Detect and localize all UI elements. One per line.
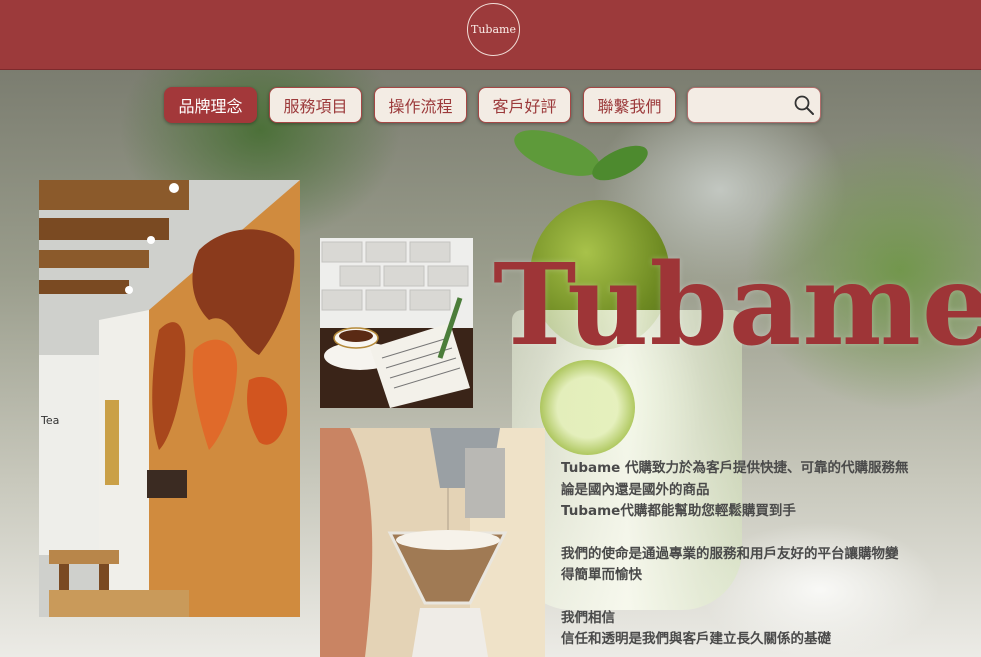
desc-line: 我們的使命是通過專業的服務和用戶友好的平台讓購物變 (561, 545, 899, 562)
top-bar: Tubame (0, 0, 981, 70)
search-icon[interactable] (792, 93, 816, 117)
nav-services[interactable]: 服務項目 (269, 87, 362, 123)
desc-line: 論是國內還是國外的商品 (561, 481, 710, 498)
hero-title: Tubame (493, 240, 981, 371)
brand-description: Tubame 代購致力於為客戶提供快捷、可靠的代購服務無 論是國內還是國外的商品… (561, 458, 961, 651)
lime-slice (540, 360, 635, 455)
desc-line: 我們相信 (561, 609, 615, 626)
nav-label: 聯繫我們 (597, 97, 662, 116)
pour-over-photo (320, 428, 545, 657)
desc-line: 得簡單而愉快 (561, 567, 642, 583)
desc-line: Tubame 代購致力於為客戶提供快捷、可靠的代購服務無 (561, 460, 909, 476)
desc-line: 信任和透明是我們與客戶建立長久關係的基礎 (561, 631, 831, 647)
mint-leaf (587, 138, 653, 188)
coffee-cup-photo (320, 238, 473, 408)
nav-label: 操作流程 (388, 97, 453, 116)
nav-reviews[interactable]: 客戶好評 (478, 87, 571, 123)
search-input[interactable] (694, 94, 790, 116)
nav-label: 品牌理念 (178, 97, 243, 116)
mint-leaf (508, 120, 606, 186)
nav-contact[interactable]: 聯繫我們 (583, 87, 676, 123)
nav-brand-philosophy[interactable]: 品牌理念 (164, 87, 257, 123)
main-nav: 品牌理念 服務項目 操作流程 客戶好評 聯繫我們 (0, 87, 981, 125)
logo-text: Tubame (471, 23, 516, 36)
svg-text:Tea: Tea (40, 414, 59, 427)
brand-logo[interactable]: Tubame (467, 3, 520, 56)
search-box (687, 87, 821, 123)
nav-label: 客戶好評 (492, 97, 557, 116)
nav-label: 服務項目 (283, 97, 348, 116)
nav-process[interactable]: 操作流程 (374, 87, 467, 123)
cafe-interior-photo: Tea (39, 180, 300, 617)
desc-line: Tubame代購都能幫助您輕鬆購買到手 (561, 503, 796, 519)
